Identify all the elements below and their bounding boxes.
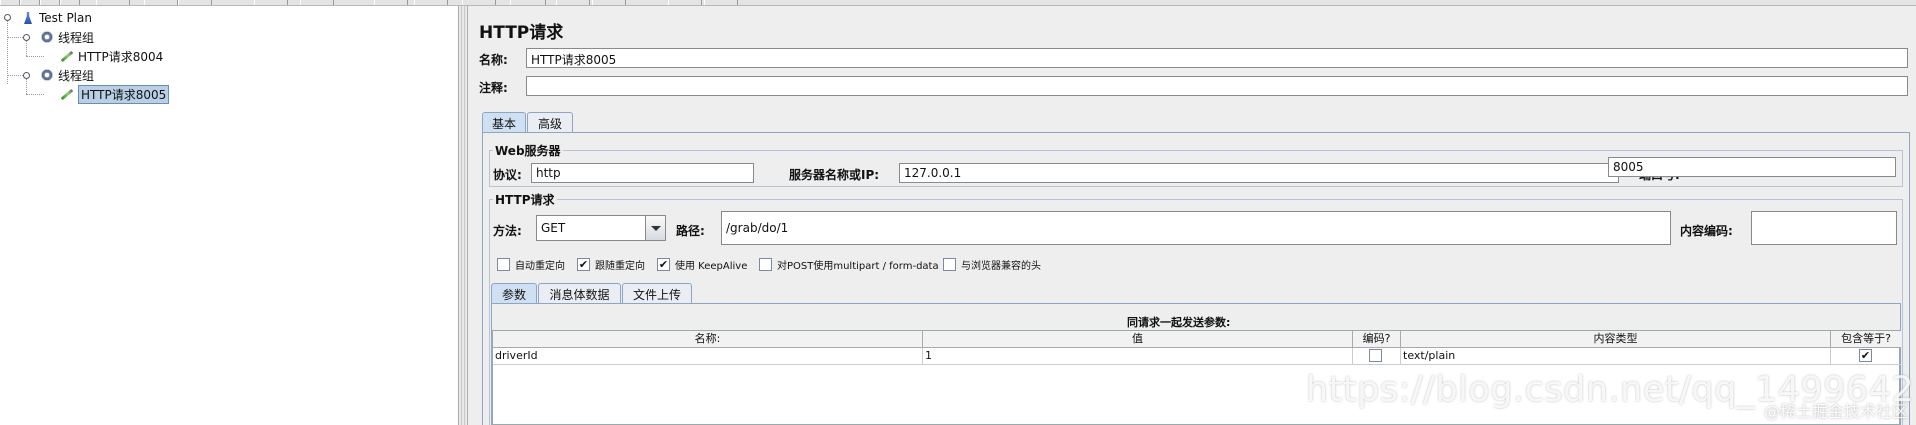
toolbar-button[interactable] [144, 0, 178, 5]
tree-connector [26, 94, 44, 95]
toolbar-button[interactable] [556, 0, 590, 5]
tree-connector [26, 78, 27, 94]
content-encoding-input[interactable] [1751, 211, 1897, 245]
column-header-encode[interactable]: 编码? [1353, 331, 1401, 348]
cell-param-encode[interactable] [1353, 348, 1401, 365]
http-request-panel: HTTP请求 名称: HTTP请求8005 注释: 基本 高级 Web服务器 协… [469, 6, 1916, 425]
option-keepalive[interactable]: ✔ 使用 KeepAlive [657, 257, 747, 272]
server-label: 服务器名称或IP: [789, 168, 880, 182]
toolbar-button[interactable] [592, 0, 626, 5]
cell-param-include-equals[interactable]: ✔ [1831, 348, 1901, 365]
column-header-name[interactable]: 名称: [493, 331, 923, 348]
option-label: 对POST使用multipart / form-data [777, 261, 939, 272]
tree-expand-toggle[interactable] [23, 34, 30, 41]
tree-node-label: Test Plan [39, 11, 92, 25]
cell-param-name[interactable]: driverId [493, 348, 923, 365]
toolbar-button[interactable] [178, 0, 212, 5]
server-input[interactable]: 127.0.0.1 [899, 163, 1619, 183]
tree-node-http-request-selected[interactable]: HTTP请求8005 [59, 84, 170, 104]
watermark-brand: @稀土掘金技术社区 [1764, 402, 1909, 421]
column-header-content-type[interactable]: 内容类型 [1401, 331, 1831, 348]
toolbar-button[interactable] [374, 0, 408, 5]
toolbar-button[interactable] [462, 0, 496, 5]
path-input[interactable]: /grab/do/1 [721, 211, 1671, 245]
web-server-group-title: Web服务器 [493, 142, 563, 159]
toolbar-button[interactable] [414, 0, 448, 5]
tree-connector [26, 40, 27, 56]
option-auto-redirect[interactable]: 自动重定向 [497, 257, 565, 272]
flask-icon [20, 10, 36, 26]
tree-node-test-plan[interactable]: Test Plan [20, 9, 92, 27]
tree-expand-toggle[interactable] [23, 72, 30, 79]
checkbox-checked[interactable]: ✔ [1859, 349, 1872, 362]
cell-param-value[interactable]: 1 [923, 348, 1353, 365]
tree-connector [7, 75, 23, 76]
toolbar-button[interactable] [668, 0, 702, 5]
tree-node-label: 线程组 [58, 68, 95, 83]
tree-expand-toggle[interactable] [4, 14, 11, 21]
tree-connector [7, 37, 23, 38]
toolbar-button[interactable] [704, 0, 738, 5]
tree-node-label: HTTP请求8005 [78, 84, 170, 104]
checkbox[interactable] [1369, 349, 1382, 362]
name-label: 名称: [479, 53, 508, 67]
tree-node-thread-group[interactable]: 线程组 [39, 66, 94, 84]
checkbox-checked[interactable]: ✔ [577, 258, 590, 271]
name-input[interactable]: HTTP请求8005 [526, 48, 1908, 68]
toolbar-button[interactable] [0, 0, 20, 5]
column-header-value[interactable]: 值 [923, 331, 1353, 348]
checkbox[interactable] [759, 258, 772, 271]
checkbox-checked[interactable]: ✔ [657, 258, 670, 271]
comment-label: 注释: [479, 81, 508, 95]
tree-node-http-request[interactable]: HTTP请求8004 [59, 47, 163, 65]
path-label: 路径: [676, 224, 705, 238]
toolbar-button[interactable] [40, 0, 60, 5]
option-follow-redirects[interactable]: ✔ 跟随重定向 [577, 257, 645, 272]
tree-connector [26, 56, 44, 57]
pipette-icon [59, 48, 75, 64]
toolbar-button[interactable] [20, 0, 40, 5]
test-plan-tree: Test Plan 线程组 HTTP请求8004 线程组 HTTP请求8005 [0, 6, 459, 425]
toolbar-button[interactable] [300, 0, 334, 5]
chevron-down-icon[interactable] [645, 216, 665, 240]
option-browser-compatible-headers[interactable]: 与浏览器兼容的头 [943, 257, 1041, 272]
toolbar-button[interactable] [60, 0, 80, 5]
protocol-input[interactable]: http [531, 163, 754, 183]
port-input[interactable]: 8005 [1608, 157, 1896, 177]
method-selected-value: GET [541, 221, 566, 235]
comment-input[interactable] [526, 76, 1908, 96]
column-header-include-equals[interactable]: 包含等于? [1831, 331, 1901, 348]
method-select[interactable]: GET [536, 215, 666, 241]
option-label: 与浏览器兼容的头 [961, 261, 1041, 272]
tab-advanced[interactable]: 高级 [527, 112, 573, 133]
option-multipart[interactable]: 对POST使用multipart / form-data [759, 257, 939, 272]
page-title: HTTP请求 [479, 23, 564, 43]
gear-icon [39, 29, 55, 45]
http-request-group-title: HTTP请求 [493, 191, 557, 208]
content-encoding-label: 内容编码: [1680, 224, 1733, 238]
cell-param-content-type[interactable]: text/plain [1401, 348, 1831, 365]
tab-body-data[interactable]: 消息体数据 [538, 283, 621, 304]
pipette-icon [59, 86, 75, 102]
toolbar-button[interactable] [254, 0, 288, 5]
tab-basic[interactable]: 基本 [482, 112, 526, 133]
option-label: 自动重定向 [515, 261, 565, 272]
tab-file-upload[interactable]: 文件上传 [622, 283, 692, 304]
protocol-label: 协议: [493, 168, 522, 182]
method-label: 方法: [493, 224, 522, 238]
toolbar-button[interactable] [96, 0, 130, 5]
tree-node-label: HTTP请求8004 [78, 49, 164, 64]
parameters-caption: 同请求一起发送参数: [1127, 316, 1231, 329]
tree-node-thread-group[interactable]: 线程组 [39, 28, 94, 46]
gear-icon [39, 67, 55, 83]
option-label: 跟随重定向 [595, 261, 645, 272]
split-pane-divider[interactable] [459, 6, 468, 425]
toolbar-button[interactable] [510, 0, 546, 5]
checkbox[interactable] [943, 258, 956, 271]
checkbox[interactable] [497, 258, 510, 271]
option-label: 使用 KeepAlive [675, 261, 748, 272]
tab-parameters[interactable]: 参数 [491, 283, 537, 304]
tree-node-label: 线程组 [58, 30, 95, 45]
